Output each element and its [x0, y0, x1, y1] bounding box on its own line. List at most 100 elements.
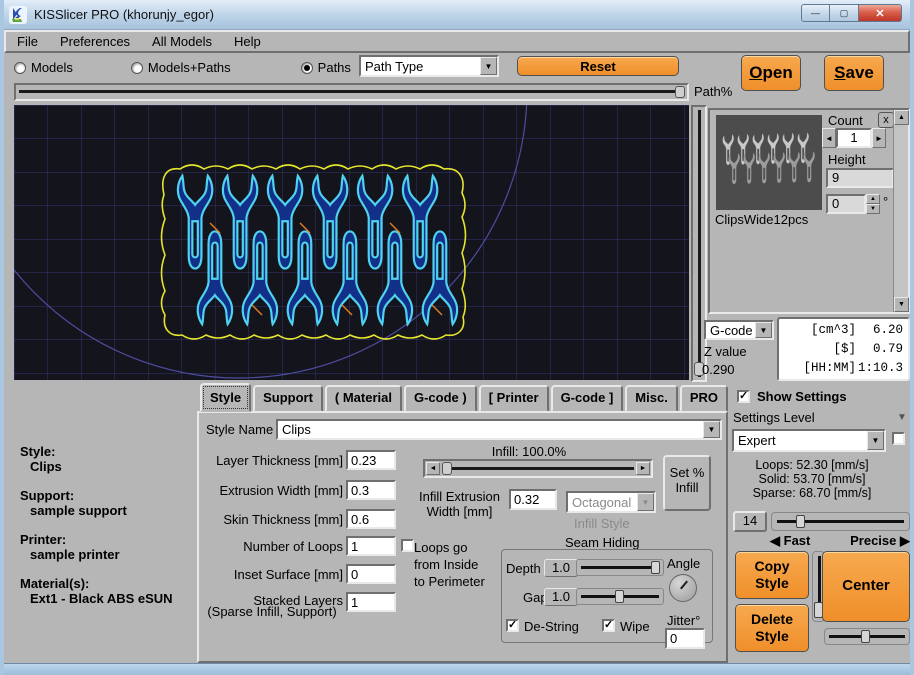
inset-surface-field[interactable]: 0	[346, 564, 396, 584]
extrusion-width-field[interactable]: 0.3	[346, 480, 396, 500]
set-percent-infill-button[interactable]: Set % Infill	[663, 455, 711, 511]
settings-level-label: Settings Level	[733, 410, 815, 425]
tab-gcode-material[interactable]: G-code )	[404, 385, 477, 412]
wipe-checkbox[interactable]: ✓	[602, 619, 615, 632]
radio-models-paths-icon[interactable]	[131, 62, 143, 74]
tab-printer[interactable]: [ Printer	[479, 385, 549, 412]
rotation-up-icon[interactable]: ▲	[866, 194, 880, 204]
scroll-down-icon[interactable]: ▼	[894, 297, 909, 312]
maximize-button[interactable]: ▢	[830, 4, 859, 22]
style-name-label: Style Name	[206, 422, 273, 437]
depth-slider-thumb[interactable]	[651, 561, 660, 574]
show-settings-toggle[interactable]: ✓ Show Settings	[737, 389, 847, 404]
count-increment-icon[interactable]: ►	[872, 128, 886, 148]
menu-all-models[interactable]: All Models	[141, 32, 223, 51]
layer-thickness-field[interactable]: 0.23	[346, 450, 396, 470]
number-of-loops-field[interactable]: 1	[346, 536, 396, 556]
loops-direction-checkbox[interactable]	[401, 539, 414, 552]
settings-level-select[interactable]: Expert ▼	[732, 429, 886, 452]
quality-slider-thumb[interactable]	[796, 515, 805, 528]
menu-file[interactable]: File	[6, 32, 49, 51]
delete-style-button[interactable]: Delete Style	[735, 604, 809, 652]
style-summary-value: Clips	[20, 459, 173, 474]
gap-slider[interactable]	[576, 588, 664, 605]
model-name[interactable]: ClipsWide12pcs	[715, 212, 808, 227]
infill-slider-thumb[interactable]	[442, 462, 452, 475]
copy-style-button[interactable]: Copy Style	[735, 551, 809, 599]
gap-value-button[interactable]: 1.0	[544, 588, 578, 606]
path-type-select[interactable]: Path Type ▼	[359, 55, 499, 77]
rotation-field[interactable]: 0	[826, 194, 866, 214]
minimize-icon: —	[811, 8, 820, 18]
z-layer-slider[interactable]	[691, 105, 707, 382]
remove-model-button[interactable]: x	[878, 112, 894, 128]
gap-slider-thumb[interactable]	[615, 590, 624, 603]
settings-level-collapse-icon[interactable]: ▼	[897, 412, 907, 423]
destring-checkbox[interactable]: ✓	[506, 619, 519, 632]
radio-models-paths-label: Models+Paths	[148, 60, 231, 75]
radio-paths-icon[interactable]	[301, 62, 313, 74]
chevron-down-icon[interactable]: ▼	[867, 431, 884, 450]
close-button[interactable]: ✕	[859, 4, 902, 22]
tab-support[interactable]: Support	[253, 385, 323, 412]
printer-summary-value: sample printer	[20, 547, 173, 562]
tab-style[interactable]: Style	[200, 383, 251, 412]
depth-slider[interactable]	[576, 559, 664, 576]
scroll-up-icon[interactable]: ▲	[894, 110, 909, 125]
quality-slider[interactable]	[771, 512, 910, 531]
support-summary-value: sample support	[20, 503, 173, 518]
tab-gcode-printer[interactable]: G-code ]	[551, 385, 624, 412]
infill-slider-right-icon[interactable]: ►	[636, 462, 650, 475]
count-value[interactable]: 1	[836, 128, 872, 148]
show-settings-checkbox[interactable]: ✓	[737, 390, 750, 403]
gcode-select[interactable]: G-code ▼	[704, 320, 774, 340]
infill-slider-left-icon[interactable]: ◄	[426, 462, 440, 475]
depth-value-button[interactable]: 1.0	[544, 559, 578, 577]
style-name-select[interactable]: Clips ▼	[276, 419, 722, 440]
style-tab-panel: Style Name Clips ▼ Layer Thickness [mm] …	[197, 411, 728, 663]
tab-misc[interactable]: Misc.	[625, 385, 678, 412]
chevron-down-icon[interactable]: ▼	[755, 322, 772, 338]
radio-paths[interactable]: Paths	[301, 60, 351, 75]
radio-models-icon[interactable]	[14, 62, 26, 74]
reset-button[interactable]: Reset	[517, 56, 679, 76]
volume-estimate: [cm^3] 6.20	[784, 321, 903, 340]
precise-arrow-icon: ▶	[900, 533, 910, 548]
height-field[interactable]: 9	[826, 168, 894, 188]
radio-models[interactable]: Models	[14, 60, 73, 75]
menu-help[interactable]: Help	[223, 32, 272, 51]
tab-material[interactable]: ( Material	[325, 385, 402, 412]
infill-slider[interactable]: ◄ ►	[423, 459, 653, 478]
path-percent-slider-thumb[interactable]	[675, 86, 685, 98]
model-list-scrollbar[interactable]: ▲ ▼	[893, 110, 908, 312]
radio-models-paths[interactable]: Models+Paths	[131, 60, 231, 75]
angle-knob[interactable]	[669, 574, 697, 602]
quality-scale-labels: ◀ Fast Precise ▶	[770, 533, 910, 549]
depth-label: Depth	[506, 561, 541, 576]
jitter-field[interactable]: 0	[665, 628, 705, 649]
path-type-value: Path Type	[361, 59, 480, 74]
menu-preferences[interactable]: Preferences	[49, 32, 141, 51]
close-icon: ✕	[875, 7, 884, 20]
height-label: Height	[828, 152, 866, 167]
chevron-down-icon[interactable]: ▼	[480, 57, 497, 75]
skin-thickness-field[interactable]: 0.6	[346, 509, 396, 529]
stacked-layers-field[interactable]: 1	[346, 592, 396, 612]
center-offset-slider[interactable]	[824, 628, 910, 645]
settings-tabs: Style Support ( Material G-code ) [ Prin…	[200, 385, 730, 412]
model-thumbnail[interactable]	[716, 115, 822, 210]
quality-value-button[interactable]: 14	[733, 511, 767, 532]
count-decrement-icon[interactable]: ◄	[822, 128, 836, 148]
slider-track	[442, 467, 634, 470]
settings-extra-checkbox[interactable]	[892, 432, 905, 445]
infill-extrusion-width-field[interactable]: 0.32	[509, 489, 557, 510]
settings-level-value: Expert	[734, 433, 867, 448]
path-preview-viewport[interactable]	[14, 105, 689, 380]
minimize-button[interactable]: —	[801, 4, 830, 22]
path-percent-slider[interactable]	[14, 83, 689, 101]
rotation-down-icon[interactable]: ▼	[866, 204, 880, 214]
center-offset-slider-thumb[interactable]	[861, 630, 870, 643]
tab-pro[interactable]: PRO	[680, 385, 728, 412]
chevron-down-icon[interactable]: ▼	[703, 421, 720, 438]
center-button[interactable]: Center	[822, 551, 910, 622]
